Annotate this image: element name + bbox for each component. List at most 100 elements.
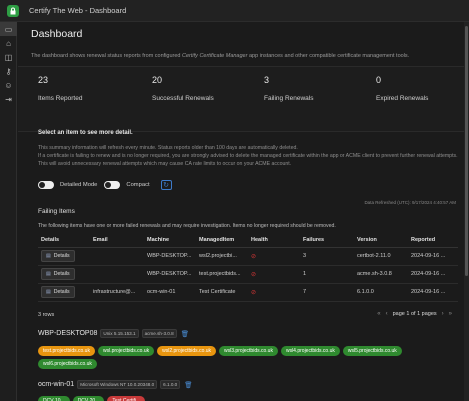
email-cell (90, 247, 144, 266)
column-header-details[interactable]: Details (38, 234, 90, 248)
managed-item-pill[interactable]: wsl4.projectbids.co.uk (280, 346, 340, 356)
details-icon: ▤ (46, 271, 51, 277)
sidebar-item-home[interactable]: ⌂ (0, 36, 17, 50)
compact-label: Compact (126, 182, 150, 188)
view-toggles: Detailed Mode Compact ↻ (38, 180, 172, 190)
selection-title: Select an item to see more detail. (38, 130, 133, 136)
stat-value: 20 (152, 75, 163, 85)
details-button-label: Details (53, 289, 70, 295)
sidebar-item-keys[interactable]: ⚷ (0, 64, 17, 78)
table-row[interactable]: ▤ Details WBP-DESKTOP... wsl2.projectbi... ⊘… (38, 247, 458, 266)
host-name: WBP-DESKTOP08 (38, 330, 98, 337)
machine-cell: WBP-DESKTOP... (144, 247, 196, 266)
managed-item-pill[interactable]: Test Certifi... (107, 396, 146, 401)
details-button[interactable]: ▤ Details (41, 268, 75, 280)
email-cell: infrastructure@... (90, 283, 144, 302)
home-icon: ⌂ (6, 38, 11, 48)
managed-item-pill[interactable]: wsl3.projectbids.co.uk (219, 346, 278, 356)
column-header-email[interactable]: Email (90, 234, 144, 248)
sidebar-item-users[interactable]: ☺ (0, 78, 17, 92)
sidebar-item-logout[interactable]: ⇥ (0, 92, 17, 106)
certify-logo-icon (7, 4, 19, 17)
table-header-row: Details Email Machine ManagedItem Health… (38, 234, 458, 248)
managed-item-pill[interactable]: test.projectbids.co.uk (38, 346, 95, 356)
logout-icon: ⇥ (5, 94, 12, 104)
details-button[interactable]: ▤ Details (41, 250, 75, 262)
managed-item-pill[interactable]: wsl5.projectbids.co.uk (342, 346, 402, 356)
page-description: The dashboard shows renewal status repor… (31, 53, 409, 59)
column-header-manageditem[interactable]: ManagedItem (196, 234, 248, 248)
delete-host-icon[interactable]: 🗑 (184, 381, 192, 389)
host-name: ocm-win-01 (38, 381, 75, 388)
managed-item-pill[interactable]: wsl6.projectbids.co.uk (38, 359, 97, 369)
table-row[interactable]: ▤ Details infrastructure@... ocm-win-01 Test… (38, 283, 458, 302)
stat-label: Successful Renewals (152, 95, 214, 102)
version-cell: 6.1.0.0 (354, 283, 408, 302)
stat-label: Items Reported (38, 95, 83, 102)
managed-item-cell: test.projectbids... (196, 265, 248, 284)
column-header-health[interactable]: Health (248, 234, 300, 248)
failing-items-title: Failing Items (38, 208, 75, 215)
detailed-mode-toggle[interactable] (38, 181, 54, 189)
first-page-icon[interactable]: « (377, 311, 380, 317)
failures-cell: 7 (300, 283, 354, 302)
details-cell: ▤ Details (38, 265, 90, 284)
pagination: « ‹ page 1 of 1 pages › » (372, 311, 452, 317)
host-os-chip: Microsoft Windows NT 10.0.20348.0 (77, 380, 158, 389)
table-row[interactable]: ▤ Details WBP-DESKTOP... test.projectbids..… (38, 265, 458, 284)
stat-successful-renewals: 20 Successful Renewals (152, 75, 214, 102)
next-page-icon[interactable]: › (442, 311, 444, 317)
machine-cell: WBP-DESKTOP... (144, 265, 196, 284)
description-text-end: app instances and other compatible certi… (247, 53, 410, 59)
server-icon: ◫ (4, 52, 13, 62)
stat-value: 23 (38, 75, 49, 85)
health-error-icon: ⊘ (251, 253, 257, 260)
details-cell: ▤ Details (38, 247, 90, 266)
refresh-button[interactable]: ↻ (160, 180, 172, 190)
column-header-reported[interactable]: Reported (408, 234, 458, 248)
details-button[interactable]: ▤ Details (41, 286, 75, 298)
stat-value: 0 (376, 75, 382, 85)
failures-cell: 1 (300, 265, 354, 284)
health-cell: ⊘ (248, 247, 300, 266)
delete-host-icon[interactable]: 🗑 (181, 330, 189, 338)
failures-cell: 3 (300, 247, 354, 266)
host-client-chip: 6.1.0.0 (160, 380, 181, 389)
failing-items-description: The following items have one or more fai… (38, 223, 336, 229)
reported-cell: 2024-09-16 ... (408, 247, 458, 266)
prev-page-icon[interactable]: ‹ (386, 311, 388, 317)
managed-item-pill[interactable]: wsl.projectbids.co.uk (97, 346, 155, 356)
data-refreshed-timestamp: Data Refreshed (UTC): 9/17/2024 4:40:57 … (364, 200, 456, 205)
host-items-list: DCV 10... DCV 20... Test Certifi... (38, 396, 458, 401)
page-title: Dashboard (31, 28, 83, 40)
host-items-list: test.projectbids.co.uk wsl.projectbids.co… (38, 346, 458, 369)
sidebar-item-dashboard[interactable]: ▭ (0, 22, 17, 36)
health-cell: ⊘ (248, 283, 300, 302)
health-error-icon: ⊘ (251, 271, 257, 278)
column-header-machine[interactable]: Machine (144, 234, 196, 248)
managed-item-cell: wsl2.projectbi... (196, 247, 248, 266)
scrollbar[interactable] (464, 22, 469, 401)
managed-item-pill[interactable]: wsl2.projectbids.co.uk (157, 346, 217, 356)
compact-toggle[interactable] (104, 181, 121, 189)
column-header-failures[interactable]: Failures (300, 234, 354, 248)
managed-item-pill[interactable]: DCV 10... (38, 396, 70, 401)
details-button-label: Details (53, 253, 70, 259)
managed-item-cell: Test Certificate (196, 283, 248, 302)
host-header: WBP-DESKTOP08 Unix 5.15.153.1 acme.sh-3.… (38, 329, 189, 338)
stat-value: 3 (264, 75, 270, 85)
detailed-mode-label: Detailed Mode (60, 182, 98, 188)
health-error-icon: ⊘ (251, 289, 257, 296)
failing-items-table: Details Email Machine ManagedItem Health… (38, 234, 458, 302)
managed-item-pill[interactable]: DCV 20... (72, 396, 105, 401)
scrollbar-thumb[interactable] (465, 26, 468, 276)
app-title: Certify The Web - Dashboard (29, 6, 127, 15)
column-header-version[interactable]: Version (354, 234, 408, 248)
host-os-chip: Unix 5.15.153.1 (100, 329, 139, 338)
sidebar-item-servers[interactable]: ◫ (0, 50, 17, 64)
stat-failing-renewals: 3 Failing Renewals (264, 75, 314, 102)
reported-cell: 2024-09-16 ... (408, 265, 458, 284)
last-page-icon[interactable]: » (449, 311, 452, 317)
stat-label: Expired Renewals (376, 95, 429, 102)
summary-info: This summary information will refresh ev… (38, 144, 458, 168)
